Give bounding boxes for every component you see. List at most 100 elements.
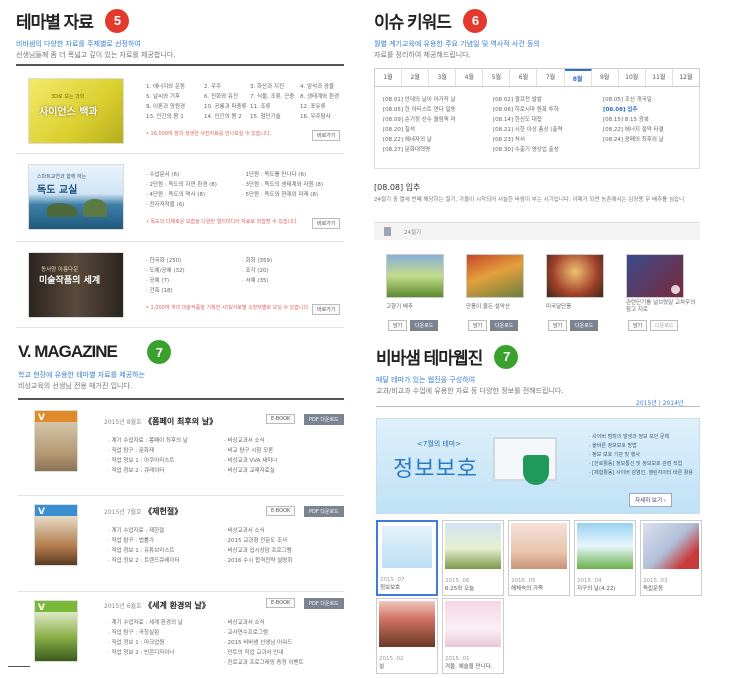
content-link[interactable]: · 직업 정보 2 : 트렌드큐레이터 xyxy=(108,556,180,566)
tab-month-active[interactable]: 8월 xyxy=(564,69,592,86)
content-link[interactable]: · 직업 탐구 : 문화재 xyxy=(108,446,188,456)
list-item[interactable]: · 2단원 : 독도의 자연 환경 (8) xyxy=(146,180,217,190)
list-item[interactable]: 7. 식물, 조류, 곤충 xyxy=(250,92,294,102)
goto-button[interactable]: 바로가기 xyxy=(312,304,341,315)
list-item[interactable]: 4. 암석과 광물 xyxy=(300,82,339,92)
tab-month[interactable]: 7월 xyxy=(537,69,565,86)
download-button-disabled[interactable]: 다운로드 xyxy=(650,320,679,331)
issue-heading[interactable]: 2015년 6월호 《세계 환경의 날》 xyxy=(104,600,210,611)
list-item[interactable]: 10. 공룡과 파충류 xyxy=(204,102,247,112)
list-item[interactable]: · 전자저작물 (6) xyxy=(146,200,217,210)
content-link[interactable]: · 계기 수업자료 : 세계 환경의 날 xyxy=(108,618,183,628)
webzine-tile[interactable]: 2015 .06 6.25와 오늘 xyxy=(442,520,504,596)
list-item[interactable]: · 수업문서 (6) xyxy=(146,170,217,180)
content-link[interactable]: · 직업 정보 1 : 마크업원 xyxy=(108,638,183,648)
issue-heading[interactable]: 2015년 8월호 《폼페이 최후의 날》 xyxy=(104,416,217,427)
tab-month[interactable]: 9월 xyxy=(592,69,619,86)
news-link[interactable]: · 비상교과 입시상담 프로그램 xyxy=(224,546,292,556)
issue-heading[interactable]: 2015년 7월호 《제헌절》 xyxy=(104,506,182,517)
list-item[interactable]: 15. 첨단기술 xyxy=(250,112,294,122)
tab-month[interactable]: 3월 xyxy=(429,69,457,86)
list-item[interactable]: 12. 포유류 xyxy=(300,102,339,112)
news-link[interactable]: · 비상교과 교재자료실 xyxy=(224,466,277,476)
issue-link[interactable]: [08.22] 예네자의 날 xyxy=(383,135,456,145)
magazine-cover[interactable]: V xyxy=(34,504,78,566)
tab-month[interactable]: 1월 xyxy=(375,69,403,86)
issue-link[interactable]: [08.15] 8.15 광복 xyxy=(603,115,664,125)
list-item[interactable]: · 회화 (359) xyxy=(242,256,272,266)
download-button[interactable]: 다운로드 xyxy=(570,320,599,331)
list-item[interactable]: 8. 생태계와 환경 xyxy=(300,92,339,102)
webzine-tile[interactable]: 2015 .07 정보보호 xyxy=(376,520,438,596)
list-item[interactable]: · 조각 (20) xyxy=(242,266,272,276)
issue-link[interactable]: [08.20] 칠석 xyxy=(383,125,456,135)
issue-link[interactable]: [08.05] 조선 개국일 xyxy=(603,95,664,105)
issue-link[interactable]: [08.23] 처서 xyxy=(493,135,563,145)
content-link[interactable]: · 직업 정보 1 : 아쿠아리스트 xyxy=(108,456,188,466)
list-item[interactable]: · 도예/공예 (32) xyxy=(146,266,185,276)
photo-thumbnail[interactable] xyxy=(546,254,604,298)
ebook-button[interactable]: E-BOOK xyxy=(266,414,296,424)
tab-month[interactable]: 2월 xyxy=(402,69,430,86)
save-button[interactable]: 담기 xyxy=(468,320,488,331)
dokdo-thumbnail[interactable]: 스마트교연과 함께 하는 독도 교실 xyxy=(28,164,124,230)
magazine-cover[interactable]: V xyxy=(34,600,78,662)
magazine-cover[interactable]: V xyxy=(34,410,78,472)
content-link[interactable]: · 직업 정보 2 : 빈콘디자이너 xyxy=(108,648,183,658)
list-item[interactable]: 6. 진화와 유전 xyxy=(204,92,247,102)
tab-month[interactable]: 6월 xyxy=(510,69,538,86)
list-item[interactable]: 5. 날씨와 기후 xyxy=(146,92,185,102)
issue-link[interactable]: [08.02] 결프전 발발 xyxy=(493,95,563,105)
play-icon[interactable] xyxy=(671,285,680,294)
news-link[interactable]: · 교사연수프로그램 xyxy=(224,628,304,638)
tab-month[interactable]: 10월 xyxy=(619,69,646,86)
news-link[interactable]: · 비상교과 VVA 세미나 xyxy=(224,456,277,466)
issue-link[interactable]: [08.24] 꽁폐의 최후의 날 xyxy=(603,135,664,145)
list-item[interactable]: 1. 에너지와 운동 xyxy=(146,82,185,92)
list-item[interactable]: · 3단원 : 독도의 생태계와 자원 (8) xyxy=(242,180,323,190)
goto-button[interactable]: 바로가기 xyxy=(312,130,341,141)
featured-banner[interactable]: <7월의 테마> 정보보호 · 사이버 범죄의 발생과 정보 보안 문제 · 올바… xyxy=(376,418,700,514)
news-link[interactable]: · 비교 탐구 시험 모론 xyxy=(224,446,277,456)
issue-link[interactable]: [08.22] 에너지 절약 타결 xyxy=(603,125,664,135)
list-item[interactable]: 9. 이론과 망원경 xyxy=(146,102,185,112)
news-link[interactable]: · 2015 교과형 전문도 조사 xyxy=(224,536,292,546)
issue-link[interactable]: [08.30] 수출기 영상업 출성 xyxy=(493,145,563,155)
webzine-tile[interactable]: 2015 .01 겨울, 예술을 만나다. xyxy=(442,598,504,674)
webzine-tile[interactable]: 2015 .05 해체속의 가족 xyxy=(508,520,570,596)
list-item[interactable]: · 5단원 : 독도와 현재와 미래 (8) xyxy=(242,190,323,200)
science-thumbnail[interactable]: 3D로 보는 과학 사이언스 백과 xyxy=(28,78,124,144)
list-item[interactable]: · 한국화 (250) xyxy=(146,256,185,266)
issue-link[interactable]: [08.09] 순기정 선수 올림픽 마 xyxy=(383,115,456,125)
news-link[interactable]: · 2016 수시 합격전략 설명회 xyxy=(224,556,292,566)
pdf-download-button[interactable]: PDF 다운로드 xyxy=(304,598,344,609)
news-link[interactable]: · 진로교과 프로그래밍 증정 이벤트 xyxy=(224,658,304,668)
news-link[interactable]: · 인트의 직업 교과서 안내 xyxy=(224,648,304,658)
issue-link[interactable]: [08.14] 한신도 대첩 xyxy=(493,115,563,125)
tab-month[interactable]: 4월 xyxy=(456,69,484,86)
list-item[interactable]: 2. 우주 xyxy=(204,82,247,92)
content-link[interactable]: · 계기 수업자료 : 제헌절 xyxy=(108,526,180,536)
ebook-button[interactable]: E-BOOK xyxy=(266,506,296,516)
download-button[interactable]: 다운로드 xyxy=(410,320,439,331)
pdf-download-button[interactable]: PDF 다운로드 xyxy=(304,414,344,425)
content-link[interactable]: · 직업 정보 1 : 유튜브리스트 xyxy=(108,546,180,556)
issue-link-active[interactable]: [08.08] 입추 xyxy=(603,105,664,115)
list-item[interactable]: 16. 우주탐사 xyxy=(300,112,339,122)
issue-link[interactable]: [08.21] 시한 이상 총상 (출력 xyxy=(493,125,563,135)
news-link[interactable]: · 비상교과서 소식 xyxy=(224,618,304,628)
video-thumbnail[interactable] xyxy=(626,254,684,298)
content-link[interactable]: · 직업 탐구 : 법률가 xyxy=(108,536,180,546)
list-item[interactable]: · 4단원 : 독도의 역사 (8) xyxy=(146,190,217,200)
photo-thumbnail[interactable] xyxy=(386,254,444,298)
issue-link[interactable]: [08.01] 안데의 날이 아가작 날 xyxy=(383,95,456,105)
news-link[interactable]: · 2015 비바샘 선생님 어워드 xyxy=(224,638,304,648)
tab-month[interactable]: 5월 xyxy=(483,69,511,86)
save-button[interactable]: 담기 xyxy=(388,320,408,331)
tab-month[interactable]: 12월 xyxy=(673,69,699,86)
list-item[interactable]: · 건축 (18) xyxy=(146,286,185,296)
content-link[interactable]: · 계기 수업자료 : 폼페이 최후의 날 xyxy=(108,436,188,446)
issue-link[interactable]: [08.06] 히로시마 원폭 투하 xyxy=(493,105,563,115)
ebook-button[interactable]: E-BOOK xyxy=(266,598,296,608)
save-button[interactable]: 담기 xyxy=(548,320,568,331)
